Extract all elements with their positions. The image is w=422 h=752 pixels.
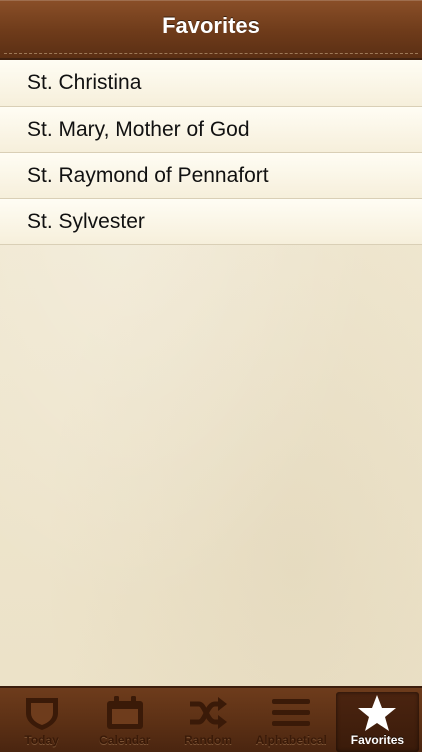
tab-favorites[interactable]: Favorites bbox=[335, 692, 420, 752]
tab-random[interactable]: Random bbox=[166, 688, 249, 752]
saint-name: St. Mary, Mother of God bbox=[27, 117, 250, 141]
tab-bar: Today Calendar Random Alphabetical Favor… bbox=[0, 686, 422, 752]
tab-label: Calendar bbox=[99, 733, 151, 747]
tab-label: Alphabetical bbox=[255, 733, 327, 747]
shield-icon bbox=[19, 695, 65, 731]
shuffle-icon bbox=[185, 695, 231, 731]
favorites-list: St. Christina St. Mary, Mother of God St… bbox=[0, 60, 422, 245]
navigation-bar: Favorites bbox=[0, 0, 422, 60]
list-item[interactable]: St. Christina bbox=[0, 60, 422, 107]
calendar-icon bbox=[102, 695, 148, 731]
tab-label: Random bbox=[184, 733, 232, 747]
page-title: Favorites bbox=[162, 13, 260, 38]
list-icon bbox=[268, 695, 314, 731]
list-item[interactable]: St. Raymond of Pennafort bbox=[0, 153, 422, 199]
tab-calendar[interactable]: Calendar bbox=[83, 688, 166, 752]
list-item[interactable]: St. Sylvester bbox=[0, 199, 422, 245]
tab-alphabetical[interactable]: Alphabetical bbox=[250, 688, 333, 752]
tab-label: Favorites bbox=[350, 733, 405, 747]
tab-today[interactable]: Today bbox=[0, 688, 83, 752]
saint-name: St. Raymond of Pennafort bbox=[27, 163, 269, 187]
saint-name: St. Christina bbox=[27, 71, 142, 94]
list-item[interactable]: St. Mary, Mother of God bbox=[0, 107, 422, 153]
saint-name: St. Sylvester bbox=[27, 209, 145, 233]
tab-label: Today bbox=[24, 733, 59, 747]
star-icon bbox=[354, 695, 400, 731]
